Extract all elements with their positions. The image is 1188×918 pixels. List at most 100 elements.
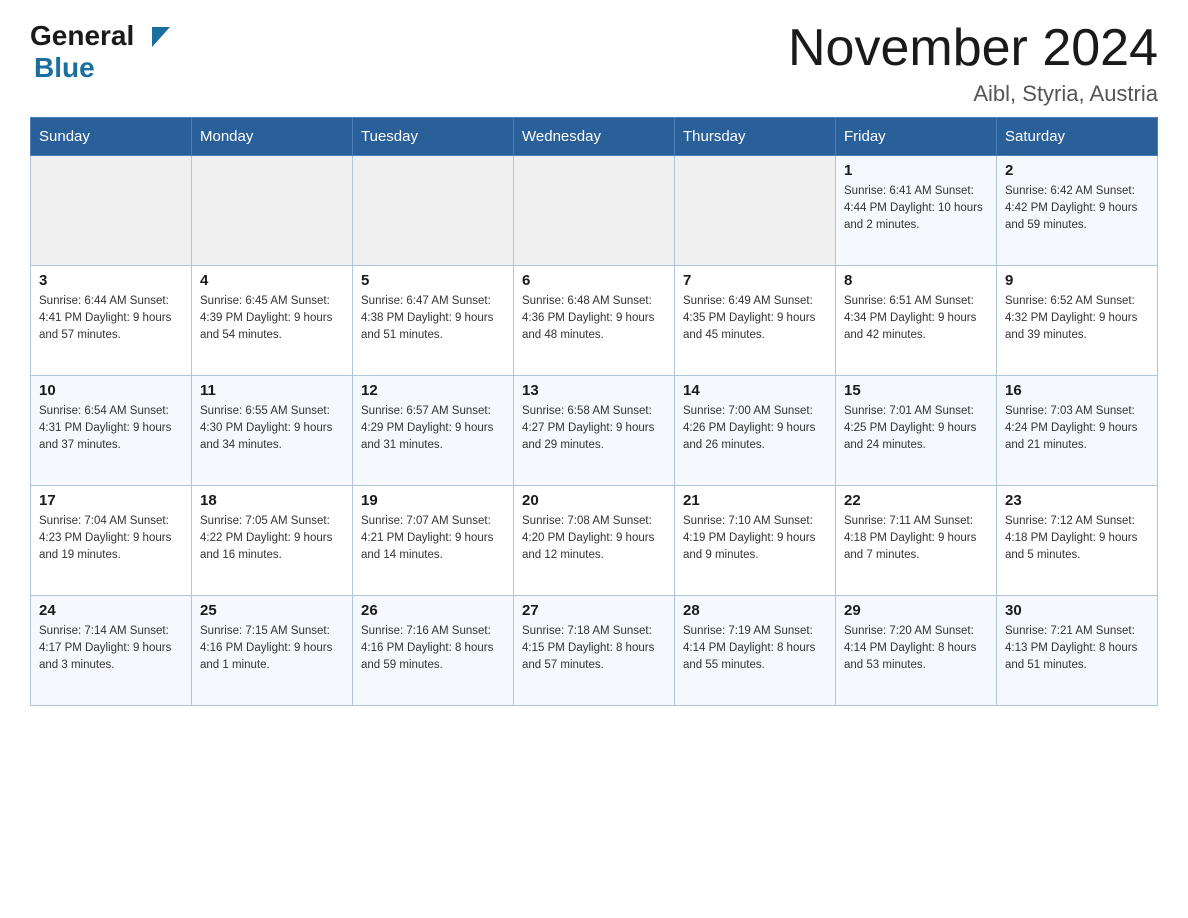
day-number: 29 — [844, 602, 988, 619]
day-info: Sunrise: 7:14 AM Sunset: 4:17 PM Dayligh… — [39, 623, 183, 673]
table-row — [31, 156, 192, 266]
table-row — [675, 156, 836, 266]
table-row: 17 Sunrise: 7:04 AM Sunset: 4:23 PM Dayli… — [31, 486, 192, 596]
day-info: Sunrise: 6:47 AM Sunset: 4:38 PM Dayligh… — [361, 293, 505, 343]
day-number: 12 — [361, 382, 505, 399]
day-info: Sunrise: 6:55 AM Sunset: 4:30 PM Dayligh… — [200, 403, 344, 453]
header-thursday: Thursday — [675, 118, 836, 156]
day-info: Sunrise: 7:04 AM Sunset: 4:23 PM Dayligh… — [39, 513, 183, 563]
day-number: 25 — [200, 602, 344, 619]
day-info: Sunrise: 6:42 AM Sunset: 4:42 PM Dayligh… — [1005, 183, 1149, 233]
table-row: 26 Sunrise: 7:16 AM Sunset: 4:16 PM Dayli… — [353, 596, 514, 706]
header-monday: Monday — [192, 118, 353, 156]
day-number: 16 — [1005, 382, 1149, 399]
day-number: 7 — [683, 272, 827, 289]
table-row: 23Sunrise: 7:12 AM Sunset: 4:18 PM Dayli… — [997, 486, 1158, 596]
day-number: 8 — [844, 272, 988, 289]
calendar-week-4: 17 Sunrise: 7:04 AM Sunset: 4:23 PM Dayli… — [31, 486, 1158, 596]
day-info: Sunrise: 7:21 AM Sunset: 4:13 PM Dayligh… — [1005, 623, 1149, 673]
day-info: Sunrise: 7:03 AM Sunset: 4:24 PM Dayligh… — [1005, 403, 1149, 453]
day-number: 11 — [200, 382, 344, 399]
header-tuesday: Tuesday — [353, 118, 514, 156]
day-number: 10 — [39, 382, 183, 399]
day-number: 28 — [683, 602, 827, 619]
day-number: 18 — [200, 492, 344, 509]
table-row: 28 Sunrise: 7:19 AM Sunset: 4:14 PM Dayli… — [675, 596, 836, 706]
logo-arrow-icon — [152, 27, 170, 47]
calendar-subtitle: Aibl, Styria, Austria — [788, 81, 1158, 107]
day-info: Sunrise: 7:10 AM Sunset: 4:19 PM Dayligh… — [683, 513, 827, 563]
logo: General Blue — [30, 20, 170, 84]
day-number: 13 — [522, 382, 666, 399]
calendar-week-1: 1Sunrise: 6:41 AM Sunset: 4:44 PM Daylig… — [31, 156, 1158, 266]
day-info: Sunrise: 7:20 AM Sunset: 4:14 PM Dayligh… — [844, 623, 988, 673]
calendar-week-5: 24 Sunrise: 7:14 AM Sunset: 4:17 PM Dayli… — [31, 596, 1158, 706]
day-number: 3 — [39, 272, 183, 289]
header-wednesday: Wednesday — [514, 118, 675, 156]
table-row: 9 Sunrise: 6:52 AM Sunset: 4:32 PM Daylig… — [997, 266, 1158, 376]
day-number: 6 — [522, 272, 666, 289]
table-row: 8 Sunrise: 6:51 AM Sunset: 4:34 PM Daylig… — [836, 266, 997, 376]
calendar-title: November 2024 — [788, 20, 1158, 77]
day-info: Sunrise: 6:49 AM Sunset: 4:35 PM Dayligh… — [683, 293, 827, 343]
day-info: Sunrise: 6:48 AM Sunset: 4:36 PM Dayligh… — [522, 293, 666, 343]
table-row: 5 Sunrise: 6:47 AM Sunset: 4:38 PM Daylig… — [353, 266, 514, 376]
day-info: Sunrise: 6:44 AM Sunset: 4:41 PM Dayligh… — [39, 293, 183, 343]
table-row: 25 Sunrise: 7:15 AM Sunset: 4:16 PM Dayli… — [192, 596, 353, 706]
header-saturday: Saturday — [997, 118, 1158, 156]
day-number: 27 — [522, 602, 666, 619]
day-info: Sunrise: 7:00 AM Sunset: 4:26 PM Dayligh… — [683, 403, 827, 453]
day-number: 4 — [200, 272, 344, 289]
day-info: Sunrise: 7:16 AM Sunset: 4:16 PM Dayligh… — [361, 623, 505, 673]
table-row: 2 Sunrise: 6:42 AM Sunset: 4:42 PM Daylig… — [997, 156, 1158, 266]
table-row: 6 Sunrise: 6:48 AM Sunset: 4:36 PM Daylig… — [514, 266, 675, 376]
day-info: Sunrise: 7:15 AM Sunset: 4:16 PM Dayligh… — [200, 623, 344, 673]
table-row: 27Sunrise: 7:18 AM Sunset: 4:15 PM Dayli… — [514, 596, 675, 706]
day-info: Sunrise: 6:41 AM Sunset: 4:44 PM Dayligh… — [844, 183, 988, 233]
day-number: 15 — [844, 382, 988, 399]
day-info: Sunrise: 6:58 AM Sunset: 4:27 PM Dayligh… — [522, 403, 666, 453]
day-number: 2 — [1005, 162, 1149, 179]
day-number: 26 — [361, 602, 505, 619]
day-number: 21 — [683, 492, 827, 509]
table-row: 19Sunrise: 7:07 AM Sunset: 4:21 PM Dayli… — [353, 486, 514, 596]
header-sunday: Sunday — [31, 118, 192, 156]
weekday-header-row: Sunday Monday Tuesday Wednesday Thursday… — [31, 118, 1158, 156]
day-info: Sunrise: 6:52 AM Sunset: 4:32 PM Dayligh… — [1005, 293, 1149, 343]
table-row: 30Sunrise: 7:21 AM Sunset: 4:13 PM Dayli… — [997, 596, 1158, 706]
day-number: 24 — [39, 602, 183, 619]
title-area: November 2024 Aibl, Styria, Austria — [788, 20, 1158, 107]
table-row: 18Sunrise: 7:05 AM Sunset: 4:22 PM Dayli… — [192, 486, 353, 596]
calendar-week-3: 10 Sunrise: 6:54 AM Sunset: 4:31 PM Dayli… — [31, 376, 1158, 486]
table-row: 24 Sunrise: 7:14 AM Sunset: 4:17 PM Dayli… — [31, 596, 192, 706]
table-row: 3 Sunrise: 6:44 AM Sunset: 4:41 PM Daylig… — [31, 266, 192, 376]
table-row: 29 Sunrise: 7:20 AM Sunset: 4:14 PM Dayli… — [836, 596, 997, 706]
day-number: 14 — [683, 382, 827, 399]
table-row — [353, 156, 514, 266]
logo-general-text: General — [30, 20, 134, 52]
table-row — [514, 156, 675, 266]
table-row: 21 Sunrise: 7:10 AM Sunset: 4:19 PM Dayli… — [675, 486, 836, 596]
table-row: 12 Sunrise: 6:57 AM Sunset: 4:29 PM Dayli… — [353, 376, 514, 486]
table-row: 13 Sunrise: 6:58 AM Sunset: 4:27 PM Dayli… — [514, 376, 675, 486]
calendar-week-2: 3 Sunrise: 6:44 AM Sunset: 4:41 PM Daylig… — [31, 266, 1158, 376]
day-info: Sunrise: 7:11 AM Sunset: 4:18 PM Dayligh… — [844, 513, 988, 563]
table-row: 4Sunrise: 6:45 AM Sunset: 4:39 PM Daylig… — [192, 266, 353, 376]
day-number: 5 — [361, 272, 505, 289]
header-friday: Friday — [836, 118, 997, 156]
day-info: Sunrise: 6:57 AM Sunset: 4:29 PM Dayligh… — [361, 403, 505, 453]
page-header: General Blue November 2024 Aibl, Styria,… — [30, 20, 1158, 107]
table-row: 20Sunrise: 7:08 AM Sunset: 4:20 PM Dayli… — [514, 486, 675, 596]
day-number: 17 — [39, 492, 183, 509]
day-number: 9 — [1005, 272, 1149, 289]
day-info: Sunrise: 7:07 AM Sunset: 4:21 PM Dayligh… — [361, 513, 505, 563]
day-info: Sunrise: 7:12 AM Sunset: 4:18 PM Dayligh… — [1005, 513, 1149, 563]
day-info: Sunrise: 7:19 AM Sunset: 4:14 PM Dayligh… — [683, 623, 827, 673]
calendar-table: Sunday Monday Tuesday Wednesday Thursday… — [30, 117, 1158, 706]
day-info: Sunrise: 6:54 AM Sunset: 4:31 PM Dayligh… — [39, 403, 183, 453]
table-row — [192, 156, 353, 266]
day-info: Sunrise: 6:51 AM Sunset: 4:34 PM Dayligh… — [844, 293, 988, 343]
day-number: 22 — [844, 492, 988, 509]
day-number: 20 — [522, 492, 666, 509]
table-row: 11 Sunrise: 6:55 AM Sunset: 4:30 PM Dayli… — [192, 376, 353, 486]
